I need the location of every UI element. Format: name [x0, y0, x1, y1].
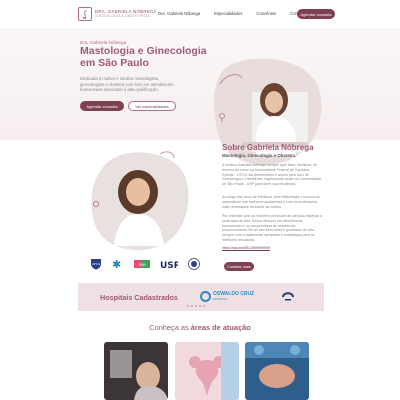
areas-title-prefix: Conheça as: [149, 323, 189, 332]
second-hospital-logo-icon[interactable]: [282, 289, 294, 303]
hospital-star-icon: ✱: [112, 258, 121, 270]
about-paragraph-1: A médica Gabriela Nóbrega sempre quis fa…: [222, 163, 322, 187]
nav-links: Dra. Gabriela Nóbrega Especialidades Con…: [158, 11, 305, 16]
top-navbar: ʆ DRA. GABRIELA NÓBREGA GINECOLOGIA & OB…: [0, 0, 400, 28]
logo-text-block: DRA. GABRIELA NÓBREGA GINECOLOGIA & OBST…: [95, 9, 157, 19]
carousel-dots[interactable]: [187, 305, 205, 307]
oswaldo-cruz-ring-icon: [200, 291, 211, 302]
about-paragraph-2: Ao longo dos anos de Medicina, teve Mast…: [222, 195, 320, 209]
nav-link-specialties[interactable]: Especialidades: [214, 11, 242, 16]
logo-tagline: GINECOLOGIA & OBSTETRÍCIA: [95, 14, 150, 18]
nav-schedule-button[interactable]: Agendar consulta: [297, 9, 335, 19]
hero-description: Dedicada à mulher e médica mastologista,…: [80, 76, 174, 93]
svg-text:SBM: SBM: [139, 263, 146, 267]
about-whatsapp-link[interactable]: https://wa.me/5511999999999: [222, 246, 270, 250]
areas-title-bold: áreas de atuação: [190, 323, 251, 332]
usp-logo-icon: USP: [160, 261, 178, 269]
oswaldo-cruz-sub: HOSPITAL: [213, 296, 228, 301]
logo-monogram-icon: ʆ: [78, 7, 92, 21]
hospitals-title: Hospitais Cadastrados: [100, 293, 178, 302]
hero-specialties-button[interactable]: Ver especialidades: [128, 101, 176, 111]
hero-title: Mastologia e Ginecologia em São Paulo: [80, 45, 207, 69]
hero-schedule-button[interactable]: Agendar consulta: [80, 101, 124, 111]
about-title: Sobre Gabriela Nóbrega: [222, 143, 314, 152]
areas-title: Conheça as áreas de atuação: [0, 323, 400, 332]
hero-section: Dra. Gabriela Nóbrega Mastologia e Ginec…: [0, 28, 400, 165]
about-doctor-photo: [91, 151, 189, 251]
area-card-obstetrics[interactable]: [245, 342, 309, 400]
area-card-mastology[interactable]: [104, 342, 168, 400]
sbm-logo-icon: SBM: [134, 260, 150, 268]
febrasgo-seal-icon: [188, 258, 200, 270]
oswaldo-cruz-name: OSWALDO CRUZ: [213, 290, 255, 297]
svg-text:USP: USP: [160, 261, 178, 269]
nav-link-about[interactable]: Dra. Gabriela Nóbrega: [158, 11, 200, 16]
ufcg-shield-icon: UFCG: [91, 259, 101, 270]
svg-text:UFCG: UFCG: [92, 262, 101, 266]
oswaldo-cruz-logo[interactable]: OSWALDO CRUZ HOSPITAL: [200, 291, 254, 302]
nav-link-insurance[interactable]: Convênios: [256, 11, 276, 16]
about-contact-button[interactable]: Contatar mais: [224, 262, 254, 271]
area-card-gynecology[interactable]: [175, 342, 239, 400]
about-paragraph-3: Por entender que as mulheres precisam de…: [222, 214, 322, 242]
affiliation-logos: UFCG ✱ SBM USP: [90, 258, 200, 270]
svg-text:✱: ✱: [112, 258, 121, 270]
about-subtitle: Mastologia, Ginecologia e Obstetra: [222, 153, 296, 158]
brand-logo[interactable]: ʆ DRA. GABRIELA NÓBREGA GINECOLOGIA & OB…: [78, 7, 157, 21]
